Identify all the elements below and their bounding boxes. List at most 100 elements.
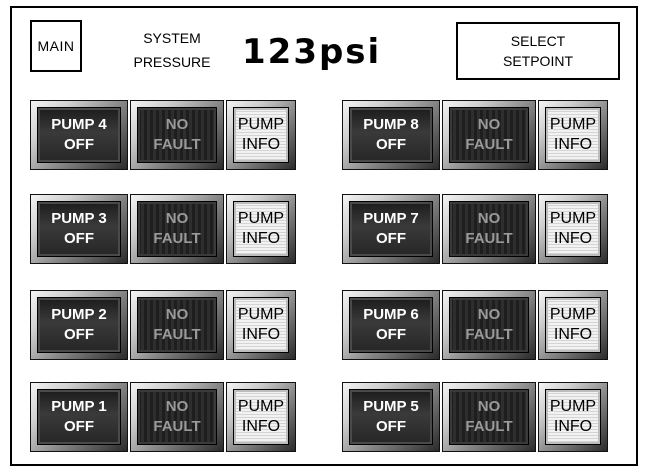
pump-3-name: PUMP 3 [51,210,107,227]
pump-1-status-face: PUMP 1 OFF [37,389,121,445]
pump-5-info-line1: PUMP [549,398,597,415]
pump-7-info-line2: INFO [553,230,593,247]
pump-4-group: PUMP 4 OFF NO FAULT PUMP INFO [30,100,316,170]
pump-3-status-face: PUMP 3 OFF [37,201,121,257]
pump-8-info-face: PUMP INFO [545,107,601,163]
pump-5-fault-face: NO FAULT [449,389,529,445]
pump-7-state: OFF [376,230,406,247]
main-button[interactable]: MAIN [30,20,82,72]
pump-5-state: OFF [376,418,406,435]
pump-5-group: PUMP 5 OFF NO FAULT PUMP INFO [342,382,628,452]
pump-1-fault-line2: FAULT [153,418,201,435]
pump-6-group: PUMP 6 OFF NO FAULT PUMP INFO [342,290,628,360]
pump-4-status-button[interactable]: PUMP 4 OFF [30,100,128,170]
pump-3-fault-line1: NO [165,210,189,227]
pump-5-status-face: PUMP 5 OFF [349,389,433,445]
pump-7-info-button[interactable]: PUMP INFO [538,194,608,264]
pump-5-name: PUMP 5 [363,398,419,415]
pump-6-status-face: PUMP 6 OFF [349,297,433,353]
pump-row-3: PUMP 2 OFF NO FAULT PUMP INFO PUMP 6 OFF… [12,290,636,360]
pump-row-1: PUMP 4 OFF NO FAULT PUMP INFO PUMP 8 OFF… [12,100,636,170]
main-button-label: MAIN [37,38,75,54]
pump-6-name: PUMP 6 [363,306,419,323]
pump-7-fault-line2: FAULT [465,230,513,247]
pump-5-info-button[interactable]: PUMP INFO [538,382,608,452]
pump-3-info-button[interactable]: PUMP INFO [226,194,296,264]
pump-2-group: PUMP 2 OFF NO FAULT PUMP INFO [30,290,316,360]
pump-1-group: PUMP 1 OFF NO FAULT PUMP INFO [30,382,316,452]
pump-5-status-button[interactable]: PUMP 5 OFF [342,382,440,452]
pump-2-fault-face: NO FAULT [137,297,217,353]
pump-5-info-line2: INFO [553,418,593,435]
system-pressure-label-line1: SYSTEM [143,30,201,46]
pump-4-fault-line1: NO [165,116,189,133]
pump-2-info-button[interactable]: PUMP INFO [226,290,296,360]
pump-3-info-line2: INFO [241,230,281,247]
pump-4-info-face: PUMP INFO [233,107,289,163]
pump-3-info-line1: PUMP [237,210,285,227]
pump-8-name: PUMP 8 [363,116,419,133]
pump-3-state: OFF [64,230,94,247]
pump-6-state: OFF [376,326,406,343]
pump-4-fault-face: NO FAULT [137,107,217,163]
pump-1-state: OFF [64,418,94,435]
select-setpoint-button[interactable]: SELECT SETPOINT [456,22,620,80]
pump-6-info-face: PUMP INFO [545,297,601,353]
pump-6-fault-face: NO FAULT [449,297,529,353]
select-setpoint-line1: SELECT [510,33,566,49]
pump-2-info-face: PUMP INFO [233,297,289,353]
pump-1-status-button[interactable]: PUMP 1 OFF [30,382,128,452]
pump-7-status-face: PUMP 7 OFF [349,201,433,257]
pump-2-status-button[interactable]: PUMP 2 OFF [30,290,128,360]
pump-8-status-face: PUMP 8 OFF [349,107,433,163]
pump-1-info-button[interactable]: PUMP INFO [226,382,296,452]
hmi-panel: MAIN SYSTEM PRESSURE 123psi SELECT SETPO… [10,6,638,466]
pump-6-status-button[interactable]: PUMP 6 OFF [342,290,440,360]
pump-row-2: PUMP 3 OFF NO FAULT PUMP INFO PUMP 7 OFF… [12,194,636,264]
pump-8-group: PUMP 8 OFF NO FAULT PUMP INFO [342,100,628,170]
pump-8-state: OFF [376,136,406,153]
pump-6-fault-line1: NO [477,306,501,323]
pump-7-name: PUMP 7 [363,210,419,227]
pump-1-info-face: PUMP INFO [233,389,289,445]
pump-1-info-line2: INFO [241,418,281,435]
pump-2-info-line1: PUMP [237,306,285,323]
pump-7-group: PUMP 7 OFF NO FAULT PUMP INFO [342,194,628,264]
select-setpoint-line2: SETPOINT [502,53,573,69]
system-pressure-label: SYSTEM PRESSURE [112,26,232,74]
pump-5-fault-line1: NO [477,398,501,415]
pump-4-name: PUMP 4 [51,116,107,133]
pump-2-fault-indicator: NO FAULT [130,290,224,360]
pressure-readout: 123psi [242,32,382,72]
pump-4-info-line2: INFO [241,136,281,153]
pump-7-info-face: PUMP INFO [545,201,601,257]
pump-8-status-button[interactable]: PUMP 8 OFF [342,100,440,170]
pump-7-fault-indicator: NO FAULT [442,194,536,264]
pump-3-group: PUMP 3 OFF NO FAULT PUMP INFO [30,194,316,264]
pump-7-fault-face: NO FAULT [449,201,529,257]
pump-4-status-face: PUMP 4 OFF [37,107,121,163]
pump-1-info-line1: PUMP [237,398,285,415]
pump-6-info-line2: INFO [553,326,593,343]
pump-8-fault-line2: FAULT [465,136,513,153]
pump-5-fault-indicator: NO FAULT [442,382,536,452]
pump-row-4: PUMP 1 OFF NO FAULT PUMP INFO PUMP 5 OFF… [12,382,636,452]
pump-2-fault-line1: NO [165,306,189,323]
pump-5-fault-line2: FAULT [465,418,513,435]
pump-3-fault-indicator: NO FAULT [130,194,224,264]
pump-8-fault-face: NO FAULT [449,107,529,163]
pump-8-fault-line1: NO [477,116,501,133]
pump-4-state: OFF [64,136,94,153]
pump-7-fault-line1: NO [477,210,501,227]
pump-3-fault-line2: FAULT [153,230,201,247]
pump-8-info-button[interactable]: PUMP INFO [538,100,608,170]
pump-8-info-line1: PUMP [549,116,597,133]
pump-4-info-button[interactable]: PUMP INFO [226,100,296,170]
pump-8-fault-indicator: NO FAULT [442,100,536,170]
pump-2-state: OFF [64,326,94,343]
pump-6-info-button[interactable]: PUMP INFO [538,290,608,360]
pump-7-status-button[interactable]: PUMP 7 OFF [342,194,440,264]
pump-3-status-button[interactable]: PUMP 3 OFF [30,194,128,264]
pump-4-fault-indicator: NO FAULT [130,100,224,170]
pump-6-info-line1: PUMP [549,306,597,323]
